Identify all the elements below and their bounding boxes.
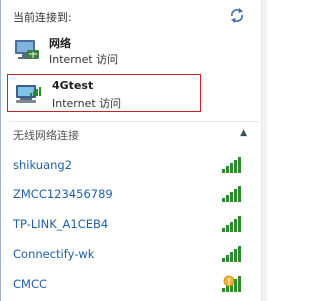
- refresh-icon[interactable]: [229, 7, 245, 23]
- connection-name: 网络: [49, 37, 71, 50]
- network-icon: [13, 36, 41, 64]
- wifi-computer-icon: [14, 79, 42, 107]
- signal-strength-icon: [221, 155, 243, 173]
- section-divider: [9, 121, 259, 122]
- wireless-section-header: 无线网络连接: [13, 129, 79, 142]
- wifi-network-name: Connectify-wk: [13, 247, 95, 261]
- scrollbar[interactable]: [261, 0, 267, 301]
- wifi-network-item[interactable]: Connectify-wk: [7, 242, 247, 268]
- connection-status: Internet 访问: [49, 53, 119, 66]
- signal-strength-icon: [221, 214, 243, 232]
- connection-name: 4Gtest: [52, 79, 94, 92]
- wifi-network-name: CMCC: [13, 277, 48, 291]
- wifi-network-item[interactable]: CMCC: [7, 272, 247, 298]
- network-flyout-panel: 当前连接到: 网络 Internet 访问 4Gtest Internet 访问…: [0, 0, 267, 301]
- signal-strength-icon: [221, 184, 243, 202]
- connection-item-4gtest[interactable]: 4Gtest Internet 访问: [7, 74, 201, 112]
- wifi-network-name: ZMCC123456789: [13, 187, 113, 201]
- wifi-network-name: TP-LINK_A1CEB4: [13, 217, 109, 231]
- connection-status: Internet 访问: [52, 97, 122, 110]
- wifi-network-item[interactable]: shikuang2: [7, 153, 247, 179]
- wifi-network-item[interactable]: TP-LINK_A1CEB4: [7, 212, 247, 238]
- connection-item-network[interactable]: 网络 Internet 访问: [11, 32, 253, 68]
- wifi-network-name: shikuang2: [13, 158, 73, 172]
- chevron-up-icon[interactable]: ▲: [240, 128, 247, 138]
- current-connection-header: 当前连接到:: [13, 11, 72, 24]
- wifi-network-item[interactable]: ZMCC123456789: [7, 182, 247, 208]
- signal-strength-icon: [221, 244, 243, 262]
- signal-warning-icon: [221, 274, 243, 292]
